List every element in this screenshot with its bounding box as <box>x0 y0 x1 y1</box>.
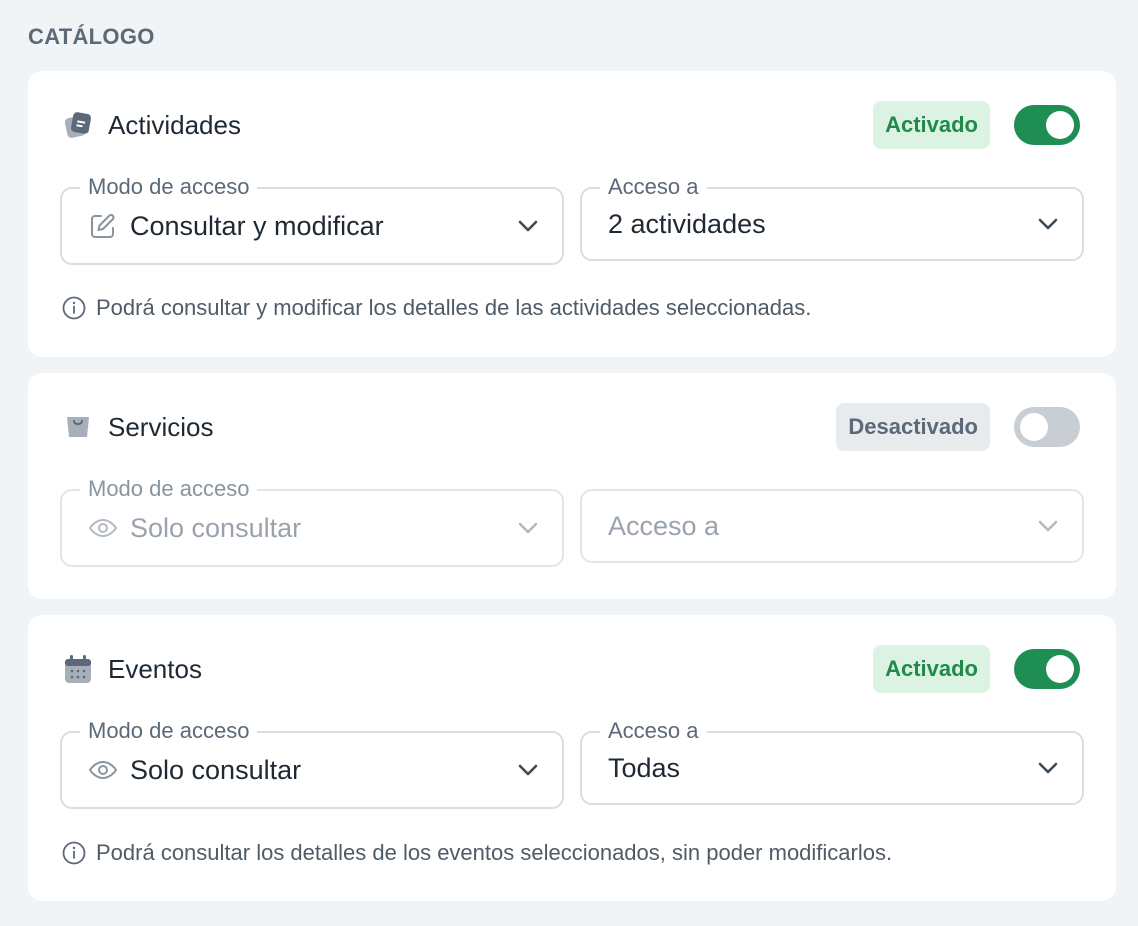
card-eventos: Eventos Activado Modo de acceso Solo con… <box>28 615 1116 901</box>
access-mode-select[interactable]: Modo de acceso Consultar y modificar <box>60 174 564 265</box>
hint-message: Podrá consultar los detalles de los even… <box>96 840 893 865</box>
card-header: Actividades Activado <box>62 101 1080 149</box>
card-title: Actividades <box>108 109 241 140</box>
chevron-down-icon <box>518 522 538 534</box>
chevron-down-icon <box>1038 218 1058 230</box>
enable-toggle[interactable] <box>1014 105 1080 145</box>
access-to-select[interactable]: Acceso a Todas <box>580 718 1084 805</box>
chevron-down-icon <box>1038 762 1058 774</box>
card-title: Eventos <box>108 653 202 684</box>
card-title: Servicios <box>108 411 214 442</box>
card-header: Servicios Desactivado <box>62 403 1080 451</box>
toggle-knob <box>1046 655 1074 683</box>
chevron-down-icon <box>1038 520 1058 532</box>
calendar-icon <box>62 653 94 685</box>
access-to-select[interactable]: Acceso a 2 actividades <box>580 174 1084 261</box>
status-badge: Activado <box>873 101 990 149</box>
hint-text: Podrá consultar los detalles de los even… <box>62 839 1086 867</box>
section-title: CATÁLOGO <box>28 24 155 49</box>
status-badge: Desactivado <box>836 403 990 451</box>
access-mode-value: Consultar y modificar <box>130 210 384 241</box>
edit-icon <box>88 211 118 241</box>
eye-icon <box>88 755 118 785</box>
access-mode-select[interactable]: Modo de acceso Solo consultar <box>60 718 564 809</box>
info-icon <box>62 296 86 320</box>
chevron-down-icon <box>518 220 538 232</box>
access-mode-select[interactable]: Modo de acceso Solo consultar <box>60 476 564 567</box>
info-icon <box>62 841 86 865</box>
ticket-icon <box>62 109 94 141</box>
hint-message: Podrá consultar y modificar los detalles… <box>96 295 812 320</box>
access-to-select[interactable]: Acceso a <box>580 489 1084 563</box>
access-to-value: 2 actividades <box>608 208 766 239</box>
enable-toggle[interactable] <box>1014 649 1080 689</box>
chevron-down-icon <box>518 764 538 776</box>
enable-toggle[interactable] <box>1014 407 1080 447</box>
access-to-placeholder: Acceso a <box>608 510 720 541</box>
toggle-knob <box>1020 413 1048 441</box>
card-header: Eventos Activado <box>62 645 1080 693</box>
toggle-knob <box>1046 111 1074 139</box>
eye-icon <box>88 513 118 543</box>
access-to-value: Todas <box>608 752 681 783</box>
status-badge: Activado <box>873 645 990 693</box>
card-actividades: Actividades Activado Modo de acceso Cons… <box>28 71 1116 357</box>
bag-icon <box>62 411 94 443</box>
card-servicios: Servicios Desactivado Modo de acceso Sol… <box>28 373 1116 599</box>
access-mode-value: Solo consultar <box>130 754 302 785</box>
hint-text: Podrá consultar y modificar los detalles… <box>62 294 1086 322</box>
access-mode-value: Solo consultar <box>130 512 302 543</box>
